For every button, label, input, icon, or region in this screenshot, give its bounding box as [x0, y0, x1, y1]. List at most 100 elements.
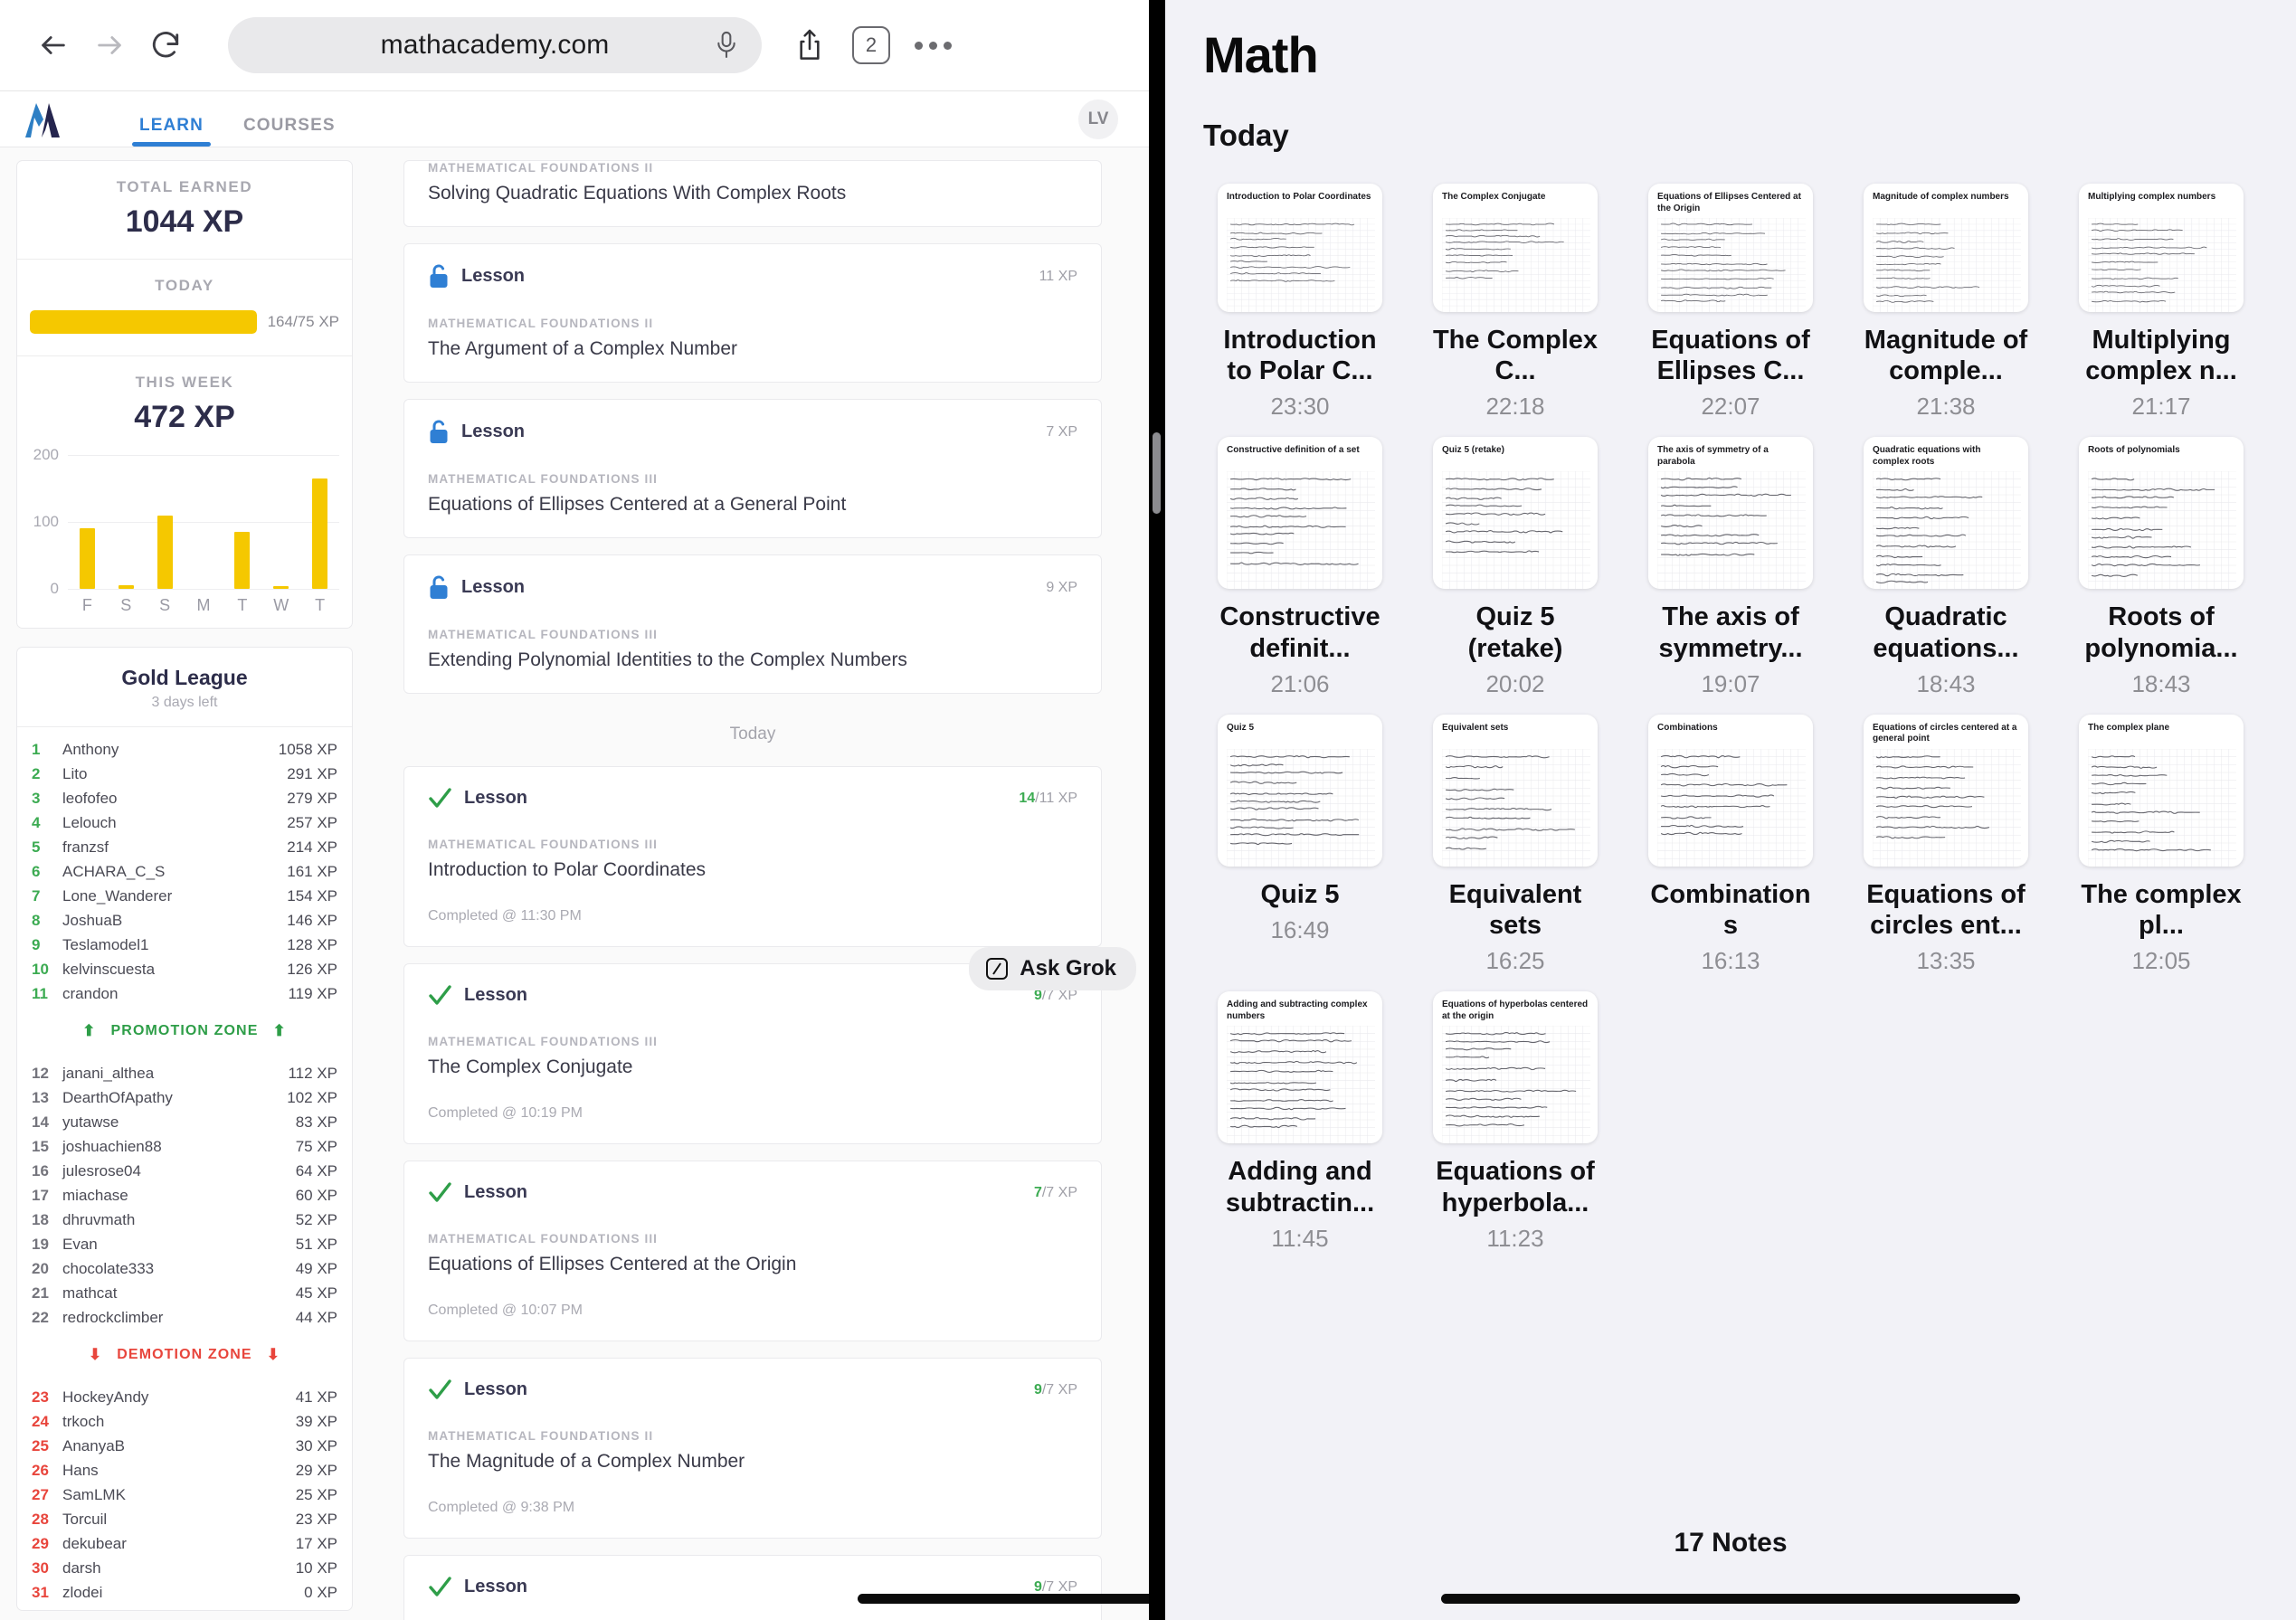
leaderboard-row[interactable]: 15 joshuachien88 75 XP [17, 1134, 352, 1159]
note-timestamp: 16:49 [1270, 916, 1330, 944]
leaderboard-row[interactable]: 4 Lelouch 257 XP [17, 810, 352, 835]
note-thumbnail[interactable]: Quadratic equations with complex roots [1864, 437, 2028, 590]
tabs-icon[interactable]: 2 [843, 17, 899, 73]
note-thumbnail[interactable]: Equations of circles centered at a gener… [1864, 714, 2028, 867]
note-thumbnail[interactable]: Quiz 5 (retake) [1433, 437, 1598, 590]
note-item[interactable]: The Complex Conjugate The Complex C... 22:… [1408, 173, 1623, 421]
note-item[interactable]: Quiz 5 Quiz 5 16:49 [1192, 704, 1408, 975]
leaderboard-row[interactable]: 11 crandon 119 XP [17, 981, 352, 1006]
leaderboard-row[interactable]: 3 leofofeo 279 XP [17, 786, 352, 810]
leaderboard-row[interactable]: 18 dhruvmath 52 XP [17, 1208, 352, 1232]
forward-arrow-icon[interactable] [81, 17, 138, 73]
lesson-card[interactable]: Lesson9/7 XPMATHEMATICAL FOUNDATIONS IIM… [403, 1555, 1102, 1620]
leaderboard-row[interactable]: 13 DearthOfApathy 102 XP [17, 1085, 352, 1110]
lesson-course: MATHEMATICAL FOUNDATIONS III [428, 1035, 659, 1048]
leaderboard-row[interactable]: 21 mathcat 45 XP [17, 1281, 352, 1305]
lesson-card[interactable]: Lesson 7 XP MATHEMATICAL FOUNDATIONS III Eq… [403, 399, 1102, 538]
lesson-xp: 9 XP [1046, 579, 1077, 595]
leaderboard-row[interactable]: 5 franzsf 214 XP [17, 835, 352, 859]
address-bar[interactable]: mathacademy.com [228, 17, 762, 73]
lesson-title: Solving Quadratic Equations With Complex… [428, 183, 847, 204]
microphone-icon[interactable] [715, 30, 738, 61]
ask-grok-button[interactable]: Ask Grok [969, 947, 1136, 990]
leaderboard-row[interactable]: 7 Lone_Wanderer 154 XP [17, 884, 352, 908]
tab-courses[interactable]: COURSES [223, 116, 356, 147]
note-item[interactable]: Roots of polynomials Roots of polynomia..… [2054, 426, 2269, 697]
leaderboard-row[interactable]: 12 janani_althea 112 XP [17, 1061, 352, 1085]
note-thumbnail[interactable]: The complex plane [2079, 714, 2244, 867]
leaderboard-row[interactable]: 1 Anthony 1058 XP [17, 737, 352, 762]
note-item[interactable]: Equations of circles centered at a gener… [1838, 704, 2054, 975]
avatar[interactable]: LV [1078, 99, 1118, 139]
note-item[interactable]: Introduction to Polar Coordinates Introdu… [1192, 173, 1408, 421]
leaderboard-row[interactable]: 2 Lito 291 XP [17, 762, 352, 786]
tab-learn[interactable]: LEARN [119, 116, 223, 147]
note-thumbnail[interactable]: Magnitude of complex numbers [1864, 184, 2028, 312]
share-icon[interactable] [782, 17, 838, 73]
split-view-divider[interactable] [1149, 0, 1165, 1620]
note-item[interactable]: Quiz 5 (retake) Quiz 5 (retake) 20:02 [1408, 426, 1623, 697]
leaderboard-row[interactable]: 9 Teslamodel1 128 XP [17, 933, 352, 957]
note-thumbnail[interactable]: Combinations [1648, 714, 1813, 867]
note-item[interactable]: Constructive definition of a set Construc… [1192, 426, 1408, 697]
leaderboard-row[interactable]: 30 darsh 10 XP [17, 1556, 352, 1580]
leaderboard-xp: 60 XP [295, 1186, 337, 1204]
leaderboard-xp: 52 XP [295, 1210, 337, 1228]
leaderboard-row[interactable]: 26 Hans 29 XP [17, 1458, 352, 1483]
note-item[interactable]: Equations of hyperbolas centered at the … [1408, 981, 1623, 1252]
leaderboard-row[interactable]: 25 AnanyaB 30 XP [17, 1434, 352, 1458]
note-item[interactable]: Multiplying complex numbers Multiplying c… [2054, 173, 2269, 421]
note-item[interactable]: Equations of Ellipses Centered at the Or… [1623, 173, 1838, 421]
leaderboard-row[interactable]: 28 Torcuil 23 XP [17, 1507, 352, 1531]
leaderboard-row[interactable]: 23 HockeyAndy 41 XP [17, 1385, 352, 1409]
note-item[interactable]: Adding and subtracting complex numbers Ad… [1192, 981, 1408, 1252]
leaderboard-row[interactable]: 17 miachase 60 XP [17, 1183, 352, 1208]
note-thumbnail[interactable]: Multiplying complex numbers [2079, 184, 2244, 312]
note-item[interactable]: Magnitude of complex numbers Magnitude of… [1838, 173, 2054, 421]
lesson-title: Extending Polynomial Identities to the C… [428, 649, 907, 670]
note-item[interactable]: The axis of symmetry of a parabola The ax… [1623, 426, 1838, 697]
lesson-card[interactable]: Lesson 7/7 XP MATHEMATICAL FOUNDATIONS III… [403, 1161, 1102, 1341]
lesson-card[interactable]: Lesson 9 XP MATHEMATICAL FOUNDATIONS III Ex… [403, 554, 1102, 694]
reload-icon[interactable] [138, 17, 194, 73]
leaderboard-row[interactable]: 27 SamLMK 25 XP [17, 1483, 352, 1507]
leaderboard-row[interactable]: 10 kelvinscuesta 126 XP [17, 957, 352, 981]
leaderboard-row[interactable]: 8 JoshuaB 146 XP [17, 908, 352, 933]
note-item[interactable]: Quadratic equations with complex roots Qu… [1838, 426, 2054, 697]
note-item[interactable]: Equivalent sets Equivalent sets 16:25 [1408, 704, 1623, 975]
lesson-card[interactable]: Lesson 9/7 XP MATHEMATICAL FOUNDATIONS II T… [403, 1358, 1102, 1539]
leaderboard-row[interactable]: 22 redrockclimber 44 XP [17, 1305, 352, 1330]
note-item[interactable]: The complex plane The complex pl... 12:05 [2054, 704, 2269, 975]
note-handwriting-preview [2088, 218, 2236, 312]
lesson-card[interactable]: Lesson 9/7 XP MATHEMATICAL FOUNDATIONS III… [403, 963, 1102, 1144]
leaderboard-row[interactable]: 29 dekubear 17 XP [17, 1531, 352, 1556]
leaderboard-name: trkoch [62, 1412, 105, 1430]
note-thumbnail[interactable]: Equations of hyperbolas centered at the … [1433, 991, 1598, 1144]
leaderboard-row[interactable]: 19 Evan 51 XP [17, 1232, 352, 1256]
lesson-card[interactable]: Lesson 11 XP MATHEMATICAL FOUNDATIONS II Th… [403, 243, 1102, 383]
note-thumbnail[interactable]: Quiz 5 [1218, 714, 1382, 867]
note-thumbnail[interactable]: The axis of symmetry of a parabola [1648, 437, 1813, 590]
lesson-xp-earned: 9 [1033, 1381, 1042, 1397]
leaderboard-row[interactable]: 6 ACHARA_C_S 161 XP [17, 859, 352, 884]
more-icon[interactable] [905, 17, 961, 73]
note-timestamp: 18:43 [1916, 669, 1976, 697]
note-thumbnail[interactable]: Constructive definition of a set [1218, 437, 1382, 590]
note-thumbnail[interactable]: Equations of Ellipses Centered at the Or… [1648, 184, 1813, 312]
leaderboard-row[interactable]: 14 yutawse 83 XP [17, 1110, 352, 1134]
note-thumbnail[interactable]: Adding and subtracting complex numbers [1218, 991, 1382, 1144]
lesson-card-partial[interactable]: MATHEMATICAL FOUNDATIONS II Solving Quad… [403, 160, 1102, 227]
note-thumbnail[interactable]: Introduction to Polar Coordinates [1218, 184, 1382, 312]
leaderboard-row[interactable]: 20 chocolate333 49 XP [17, 1256, 352, 1281]
back-arrow-icon[interactable] [25, 17, 81, 73]
note-thumbnail[interactable]: Roots of polynomials [2079, 437, 2244, 590]
leaderboard-row[interactable]: 31 zlodei 0 XP [17, 1580, 352, 1605]
lesson-card[interactable]: Lesson 14/11 XP MATHEMATICAL FOUNDATIONS I… [403, 766, 1102, 947]
note-item[interactable]: Combinations Combinations 16:13 [1623, 704, 1838, 975]
note-thumbnail[interactable]: Equivalent sets [1433, 714, 1598, 867]
note-thumbnail[interactable]: The Complex Conjugate [1433, 184, 1598, 312]
note-thumbnail-title: Combinations [1657, 722, 1718, 733]
leaderboard-row[interactable]: 24 trkoch 39 XP [17, 1409, 352, 1434]
scrollbar-thumb[interactable] [1153, 432, 1161, 514]
leaderboard-row[interactable]: 16 julesrose04 64 XP [17, 1159, 352, 1183]
